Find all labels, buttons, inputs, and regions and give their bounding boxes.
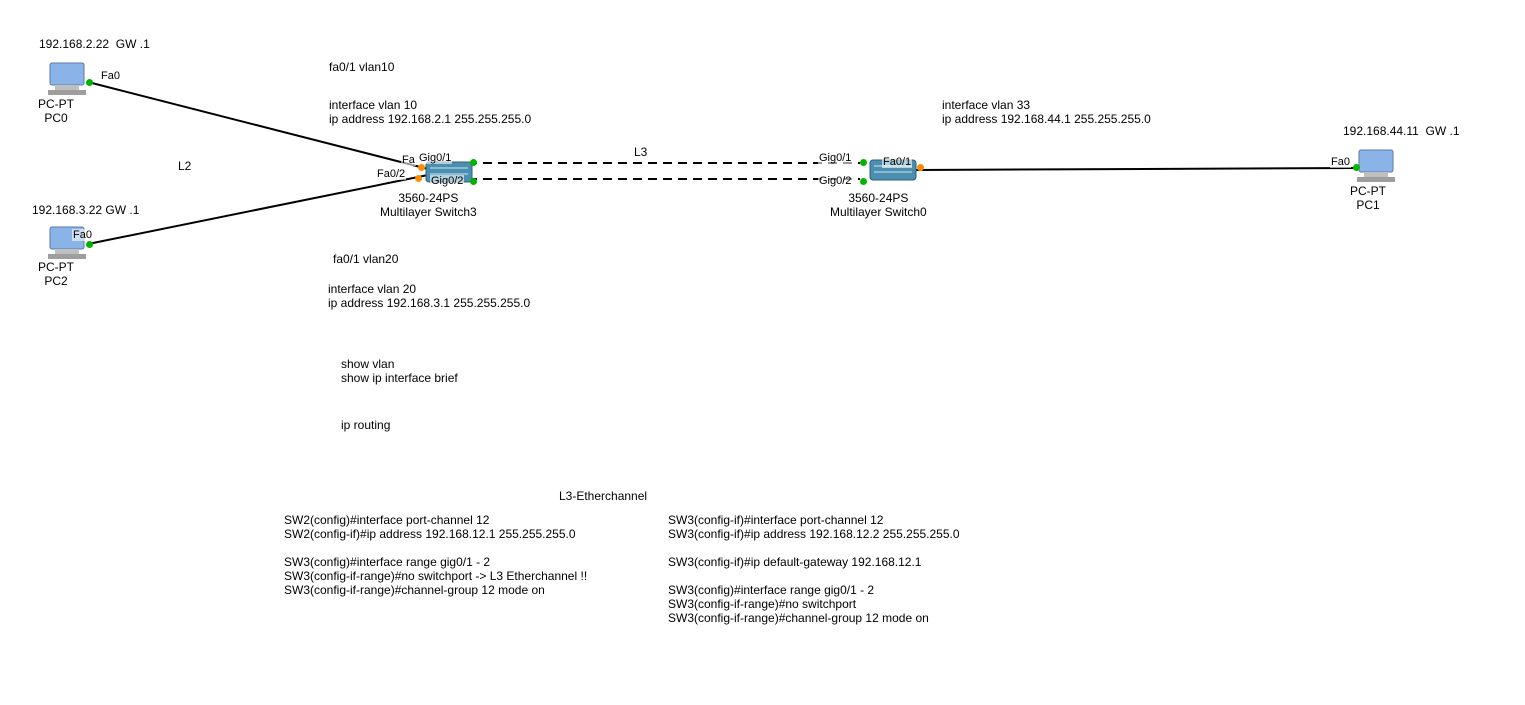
port-label-sw0-g01: Gig0/1 [818,152,852,164]
note-ether-right: SW3(config-if)#interface port-channel 12… [668,513,960,625]
pc1-ip-label: 192.168.44.11 GW .1 [1343,124,1460,138]
sw3-name: Multilayer Switch3 [380,205,477,219]
port-label-sw3-g02: Gig0/2 [430,175,464,187]
pc1-caption[interactable]: PC-PT PC1 [1350,184,1386,212]
note-l2: L2 [178,159,191,173]
port-label-sw3-g01: Gig0/1 [418,152,452,164]
port-status-sw0-fa01 [917,164,924,171]
pc2-type: PC-PT [38,260,74,274]
note-vlan20-cfg: interface vlan 20 ip address 192.168.3.1… [328,282,530,310]
pc1-type: PC-PT [1350,184,1386,198]
note-vlan33-cfg: interface vlan 33 ip address 192.168.44.… [942,98,1151,126]
port-status-sw3-fa01 [418,164,425,171]
port-status-sw0-g01 [860,159,867,166]
sw3-model: 3560-24PS [398,191,458,205]
note-l3: L3 [634,145,647,159]
pc1-name: PC1 [1356,198,1379,212]
port-status-pc2-fa0 [86,241,93,248]
pc2-ip-label: 192.168.3.22 GW .1 [32,203,139,217]
port-status-sw3-fa02 [415,175,422,182]
pc2-caption[interactable]: PC-PT PC2 [38,260,74,288]
port-status-sw3-g02 [470,178,477,185]
pc0-ip-label: 192.168.2.22 GW .1 [39,37,150,51]
pc2-name: PC2 [44,274,67,288]
port-label-sw0-g02: Gig0/2 [818,175,852,187]
port-status-sw0-g02 [860,178,867,185]
note-show-cmds: show vlan show ip interface brief [341,357,458,385]
sw0-caption[interactable]: 3560-24PS Multilayer Switch0 [830,191,927,219]
pc0-type: PC-PT [38,97,74,111]
port-label-sw3-fa02: Fa0/2 [376,168,406,180]
port-label-pc1-fa0: Fa0 [1330,156,1351,168]
pc0-name: PC0 [44,111,67,125]
sw0-name: Multilayer Switch0 [830,205,927,219]
port-label-sw3-fa01: Fa [401,154,416,166]
note-iprouting: ip routing [341,418,390,432]
note-ether-title: L3-Etherchannel [559,489,647,503]
port-status-pc0-fa0 [86,79,93,86]
port-label-pc2-fa0: Fa0 [72,229,93,241]
note-vlan10-cfg: interface vlan 10 ip address 192.168.2.1… [329,98,531,126]
port-label-pc0-fa0: Fa0 [100,70,121,82]
note-ether-left: SW2(config)#interface port-channel 12 SW… [284,513,587,597]
note-vlan20-line: fa0/1 vlan20 [333,252,398,266]
sw0-model: 3560-24PS [848,191,908,205]
port-status-sw3-g01 [470,159,477,166]
port-label-sw0-fa01: Fa0/1 [882,156,912,168]
sw3-caption[interactable]: 3560-24PS Multilayer Switch3 [380,191,477,219]
note-vlan10-line: fa0/1 vlan10 [329,60,394,74]
topology-canvas[interactable]: Fa0 Fa0 Fa0 Fa Fa0/2 Gig0/1 Gig0/2 Gig0/… [0,0,1525,705]
pc0-caption[interactable]: PC-PT PC0 [38,97,74,125]
port-status-pc1-fa0 [1353,164,1360,171]
